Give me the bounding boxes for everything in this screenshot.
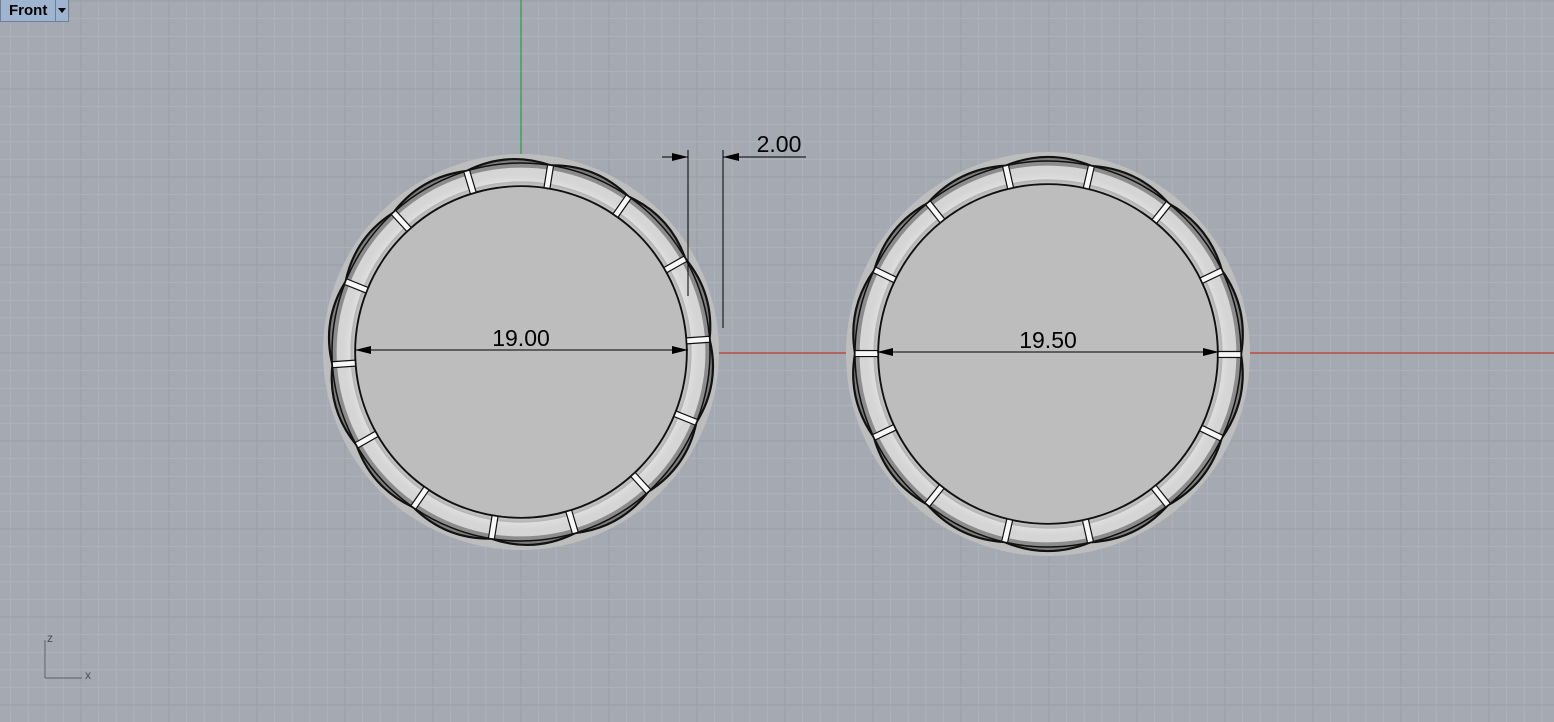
dimension-left-diameter-text: 19.00 bbox=[492, 325, 550, 351]
viewport-title[interactable]: Front bbox=[0, 0, 57, 22]
front-viewport[interactable]: Front 19.00 19.50 2.00 z x bbox=[0, 0, 1554, 722]
ring-segment-divider bbox=[685, 335, 711, 345]
ring-segment-divider bbox=[1217, 350, 1242, 359]
ring-left[interactable] bbox=[323, 154, 719, 550]
world-axes-icon: z x bbox=[44, 631, 91, 682]
ring-outer-shadow bbox=[323, 154, 719, 550]
construction-grid bbox=[0, 0, 1554, 722]
viewport-canvas[interactable]: 19.00 19.50 2.00 z x bbox=[0, 0, 1554, 722]
ring-outer-shadow bbox=[846, 152, 1250, 556]
triangle-down-icon bbox=[58, 8, 67, 13]
dimension-band-width-text: 2.00 bbox=[757, 131, 802, 157]
ring-right[interactable] bbox=[846, 152, 1250, 556]
dimension-right-diameter-text: 19.50 bbox=[1019, 327, 1077, 353]
ring-segment-divider bbox=[331, 359, 357, 369]
axis-label-x: x bbox=[85, 668, 91, 682]
ring-segment-divider bbox=[854, 349, 879, 358]
viewport-title-tab[interactable]: Front bbox=[0, 0, 70, 22]
axis-label-z: z bbox=[47, 631, 53, 645]
viewport-menu-button[interactable] bbox=[56, 0, 70, 22]
